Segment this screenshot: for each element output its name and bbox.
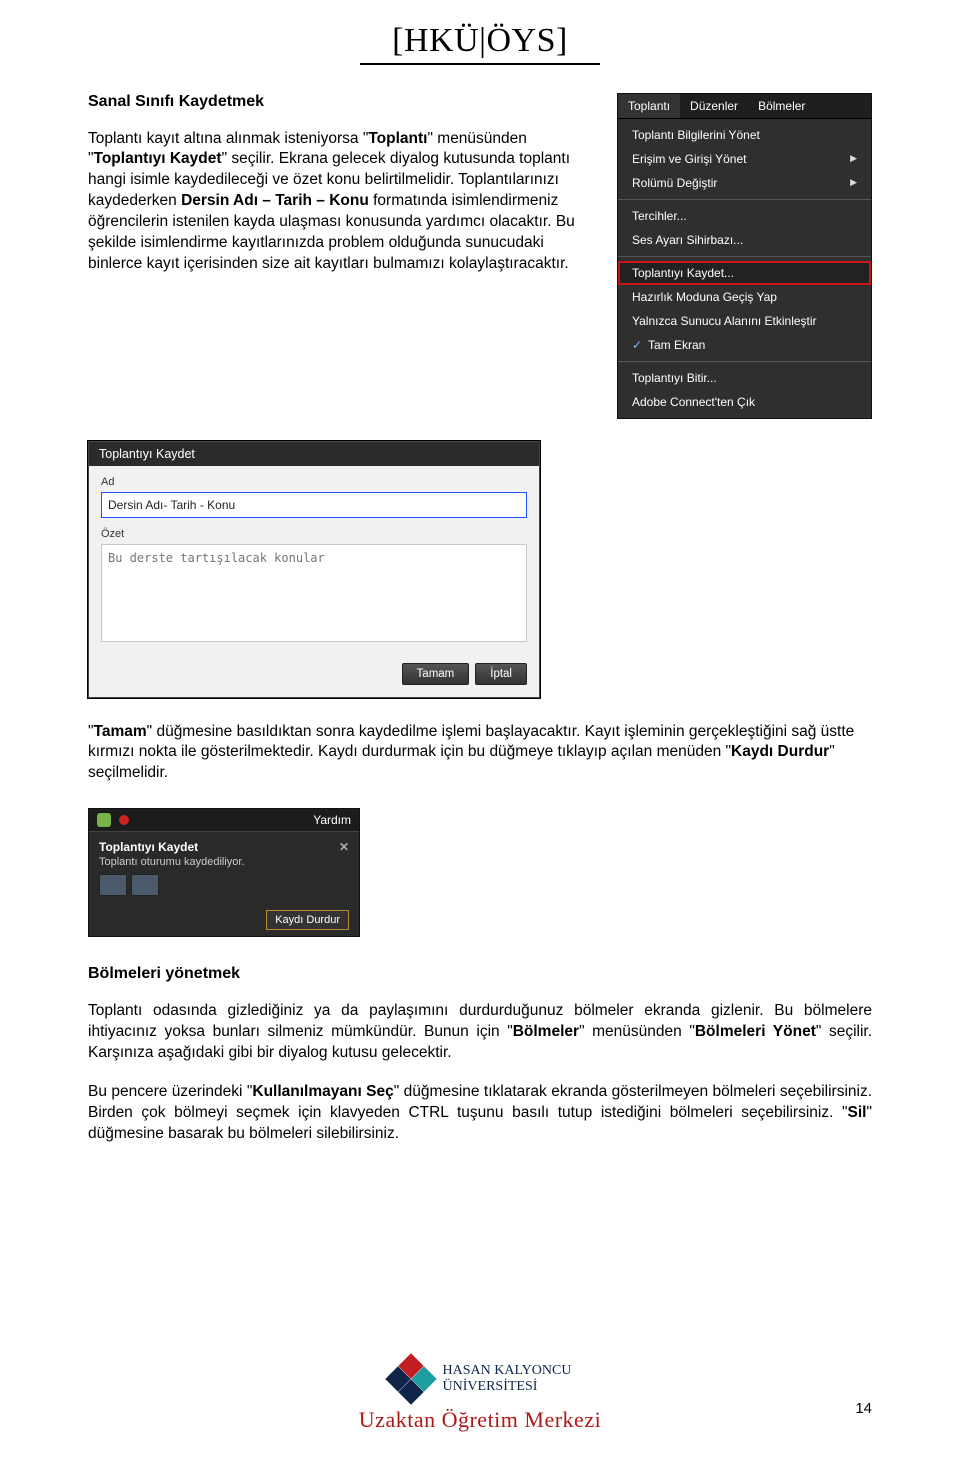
text-run: " menüsünden " xyxy=(579,1023,695,1040)
bold-bolmeler: Bölmeler xyxy=(513,1023,579,1040)
menu-item-label: Tam Ekran xyxy=(648,338,705,352)
bold-format: Dersin Adı – Tarih – Konu xyxy=(181,192,369,209)
university-name: HASAN KALYONCU ÜNİVERSİTESİ xyxy=(443,1363,572,1395)
menu-item-label: Rolümü Değiştir xyxy=(632,176,717,190)
left-column: Sanal Sınıfı Kaydetmek Toplantı kayıt al… xyxy=(88,93,599,419)
menu-tab-duzenler[interactable]: Düzenler xyxy=(680,94,748,118)
logo-mark-icon xyxy=(389,1357,433,1401)
bold-tamam: Tamam xyxy=(94,723,147,740)
menu-item[interactable]: Hazırlık Moduna Geçiş Yap xyxy=(618,285,871,309)
menu-list: Toplantı Bilgilerini Yönet Erişim ve Gir… xyxy=(618,119,871,418)
dialog-footer: Tamam İptal xyxy=(89,653,539,697)
main-two-col: Sanal Sınıfı Kaydetmek Toplantı kayıt al… xyxy=(88,93,872,419)
footer-subtitle: Uzaktan Öğretim Merkezi xyxy=(0,1407,960,1433)
check-icon: ✓ xyxy=(632,338,642,352)
stop-recording-button[interactable]: Kaydı Durdur xyxy=(266,910,349,930)
menu-item[interactable]: Adobe Connect'ten Çık xyxy=(618,390,871,414)
layout-thumb[interactable] xyxy=(99,874,127,896)
section2-p2: Bu pencere üzerindeki "Kullanılmayanı Se… xyxy=(88,1082,872,1145)
mic-icon xyxy=(97,813,111,827)
menu-item[interactable]: Toplantıyı Bitir... xyxy=(618,366,871,390)
page-footer: HASAN KALYONCU ÜNİVERSİTESİ Uzaktan Öğre… xyxy=(0,1357,960,1433)
section2-p1: Toplantı odasında gizlediğiniz ya da pay… xyxy=(88,1001,872,1064)
toast-footer: Kaydı Durdur xyxy=(89,906,359,936)
cancel-button[interactable]: İptal xyxy=(475,663,527,685)
menu-item[interactable]: Tercihler... xyxy=(618,204,871,228)
toast-subtitle: Toplantı oturumu kaydediliyor. xyxy=(99,856,349,868)
menu-item[interactable]: Toplantı Bilgilerini Yönet xyxy=(618,123,871,147)
record-icon[interactable] xyxy=(119,815,129,825)
brand-logo-text: [HKÜ|ÖYS] xyxy=(88,22,872,60)
menu-item-tam-ekran[interactable]: ✓ Tam Ekran xyxy=(618,333,871,357)
university-logo: HASAN KALYONCU ÜNİVERSİTESİ xyxy=(0,1357,960,1401)
bold-toplantiyi-kaydet: Toplantıyı Kaydet xyxy=(94,150,222,167)
help-label[interactable]: Yardım xyxy=(313,813,351,827)
toast-body: Toplantıyı Kaydet ✕ Toplantı oturumu kay… xyxy=(89,832,359,874)
right-column: Toplantı Düzenler Bölmeler Toplantı Bilg… xyxy=(617,93,872,419)
uni-line2: ÜNİVERSİTESİ xyxy=(443,1379,572,1395)
menu-item-label: Erişim ve Girişi Yönet xyxy=(632,152,746,166)
name-input[interactable] xyxy=(101,492,527,518)
menu-separator xyxy=(618,199,871,200)
menu-tab-toplanti[interactable]: Toplantı xyxy=(618,94,680,118)
section-title-bolmeler: Bölmeleri yönetmek xyxy=(88,965,872,983)
toast-title: Toplantıyı Kaydet xyxy=(99,840,198,854)
menu-bar: Toplantı Düzenler Bölmeler xyxy=(618,94,871,119)
dropdown-menu-screenshot: Toplantı Düzenler Bölmeler Toplantı Bilg… xyxy=(617,93,872,419)
menu-item-toplantiyi-kaydet[interactable]: Toplantıyı Kaydet... xyxy=(618,261,871,285)
toast-toolbar: Yardım xyxy=(89,809,359,832)
menu-item-label: Toplantıyı Kaydet... xyxy=(632,266,734,280)
bold-toplanti: Toplantı xyxy=(368,130,427,147)
chevron-right-icon: ▶ xyxy=(850,153,857,164)
page-header: [HKÜ|ÖYS] xyxy=(88,0,872,65)
menu-item-label: Ses Ayarı Sihirbazı... xyxy=(632,233,743,247)
dialog-body: Ad Özet xyxy=(89,466,539,653)
label-ad: Ad xyxy=(101,476,527,488)
section-title-save: Sanal Sınıfı Kaydetmek xyxy=(88,93,599,111)
text-run: Toplantı kayıt altına alınmak isteniyors… xyxy=(88,130,368,147)
chevron-right-icon: ▶ xyxy=(850,177,857,188)
close-icon[interactable]: ✕ xyxy=(339,840,349,854)
bold-kaydi-durdur: Kaydı Durdur xyxy=(731,743,829,760)
section1-paragraph: Toplantı kayıt altına alınmak isteniyors… xyxy=(88,129,599,275)
menu-item-label: Hazırlık Moduna Geçiş Yap xyxy=(632,290,777,304)
menu-item-label: Toplantı Bilgilerini Yönet xyxy=(632,128,760,142)
paragraph-tamam: "Tamam" düğmesine basıldıktan sonra kayd… xyxy=(88,722,872,785)
text-run: Bu pencere üzerindeki " xyxy=(88,1083,252,1100)
layout-thumbnails xyxy=(89,874,359,906)
label-ozet: Özet xyxy=(101,528,527,540)
ok-button[interactable]: Tamam xyxy=(402,663,470,685)
menu-tab-bolmeler[interactable]: Bölmeler xyxy=(748,94,815,118)
menu-item-label: Yalnızca Sunucu Alanını Etkinleştir xyxy=(632,314,817,328)
uni-line1: HASAN KALYONCU xyxy=(443,1363,572,1379)
recording-toast-screenshot: Yardım Toplantıyı Kaydet ✕ Toplantı otur… xyxy=(88,808,360,937)
dialog-title: Toplantıyı Kaydet xyxy=(89,442,539,466)
menu-item-label: Adobe Connect'ten Çık xyxy=(632,395,755,409)
menu-item-label: Tercihler... xyxy=(632,209,687,223)
save-dialog-screenshot: Toplantıyı Kaydet Ad Özet Tamam İptal xyxy=(88,441,540,698)
menu-separator xyxy=(618,361,871,362)
bold-sil: Sil xyxy=(848,1104,867,1121)
bold-bolmeleri-yonet: Bölmeleri Yönet xyxy=(695,1023,816,1040)
layout-thumb[interactable] xyxy=(131,874,159,896)
header-rule xyxy=(360,63,600,65)
section-bolmeleri: Bölmeleri yönetmek Toplantı odasında giz… xyxy=(88,965,872,1145)
bold-kullanilmayani-sec: Kullanılmayanı Seç xyxy=(252,1083,393,1100)
menu-item[interactable]: Yalnızca Sunucu Alanını Etkinleştir xyxy=(618,309,871,333)
menu-item[interactable]: Rolümü Değiştir ▶ xyxy=(618,171,871,195)
summary-textarea[interactable] xyxy=(101,544,527,642)
menu-separator xyxy=(618,256,871,257)
menu-item[interactable]: Ses Ayarı Sihirbazı... xyxy=(618,228,871,252)
menu-item[interactable]: Erişim ve Girişi Yönet ▶ xyxy=(618,147,871,171)
menu-item-label: Toplantıyı Bitir... xyxy=(632,371,717,385)
